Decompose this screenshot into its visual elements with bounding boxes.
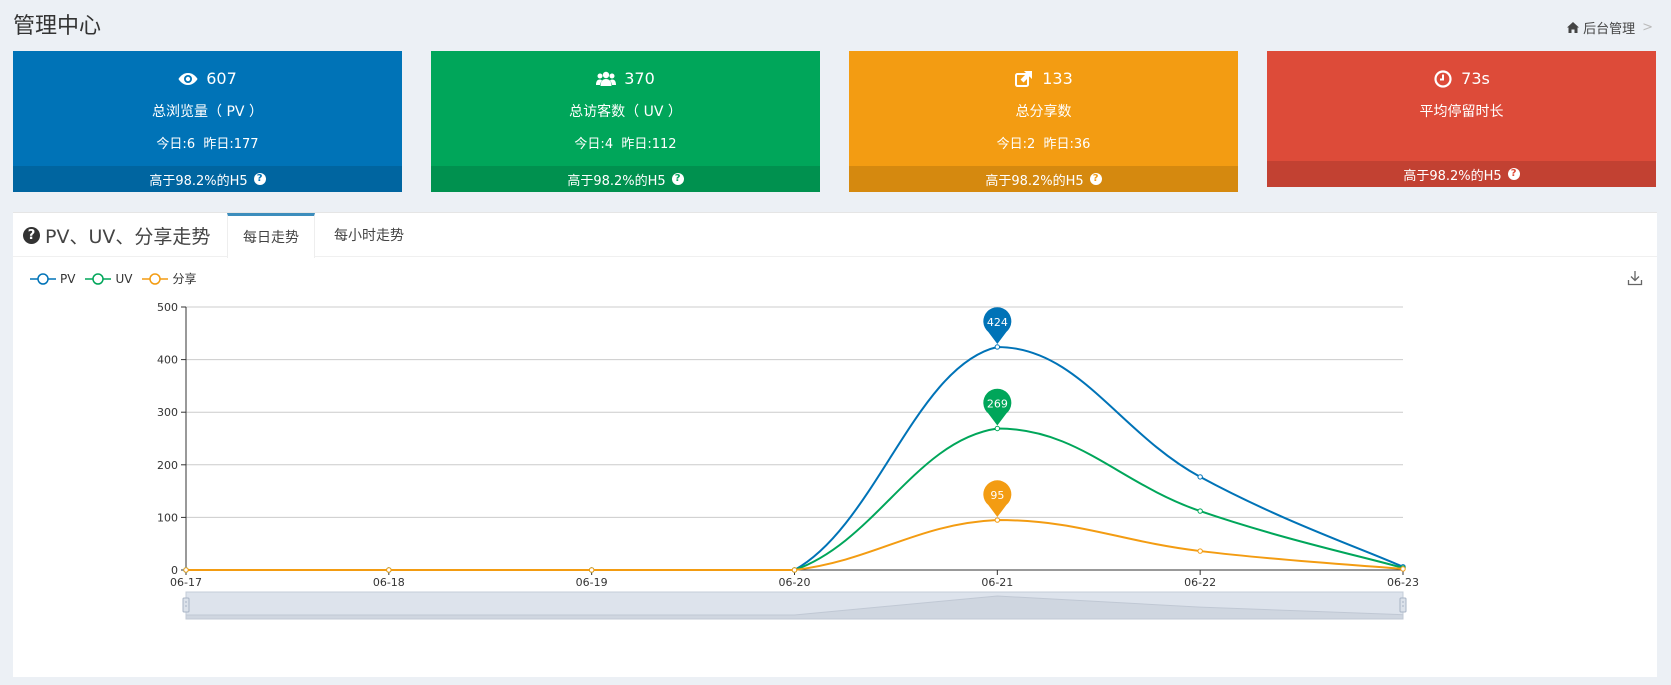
home-icon <box>1567 22 1580 33</box>
breadcrumb-item[interactable]: 后台管理 <box>1583 18 1635 37</box>
x-tick-label: 06-19 <box>576 576 608 589</box>
y-tick-label: 400 <box>157 354 178 367</box>
data-point <box>386 567 392 573</box>
stat-footer: 高于98.2%的H5 ? <box>1267 161 1656 187</box>
line-chart: 010020030040050006-17 06-18 06-19 06-20 06-2… <box>157 301 1419 620</box>
max-marker-label: 269 <box>987 398 1008 411</box>
users-icon <box>596 71 617 86</box>
data-point <box>994 517 1001 523</box>
stat-value: 370 <box>624 69 655 88</box>
stat-footer: 高于98.2%的H5 ? <box>431 166 820 192</box>
stat-value: 133 <box>1042 69 1073 88</box>
y-tick-label: 200 <box>157 459 178 472</box>
stat-value: 73s <box>1461 69 1490 88</box>
clock-icon <box>1434 69 1452 88</box>
stat-label: 总分享数 <box>1015 104 1072 120</box>
max-marker-label: 424 <box>987 316 1008 329</box>
data-point <box>183 567 189 573</box>
data-point <box>1400 566 1406 572</box>
series-line <box>186 519 1404 571</box>
question-icon[interactable]: ? <box>253 173 266 185</box>
data-zoom-handle[interactable] <box>1399 597 1407 613</box>
x-tick-label: 06-17 <box>170 576 202 589</box>
breadcrumb[interactable]: 后台管理 > <box>1567 18 1653 37</box>
y-tick-label: 300 <box>157 406 178 419</box>
stat-value: 607 <box>206 69 237 88</box>
stat-sub: 今日:2 昨日:36 <box>996 137 1091 152</box>
question-icon[interactable]: ? <box>1507 168 1520 180</box>
x-tick-label: 06-23 <box>1387 576 1419 589</box>
data-point <box>588 567 595 573</box>
max-marker-label: 95 <box>990 489 1004 502</box>
stat-box-uv: 370 总访客数（ UV ） 今日:4 昨日:112 高于98.2%的H5 ? <box>431 51 820 192</box>
stat-sub: 今日:4 昨日:112 <box>574 137 677 152</box>
page-title: 管理中心 <box>13 14 102 39</box>
stat-footer: 高于98.2%的H5 ? <box>13 166 402 192</box>
stat-sub: 今日:6 昨日:177 <box>156 137 259 152</box>
x-tick-label: 06-20 <box>779 576 811 589</box>
data-point <box>791 567 798 573</box>
stat-footer: 高于98.2%的H5 ? <box>849 166 1238 192</box>
data-point <box>1197 548 1203 554</box>
stat-box-share: 133 总分享数 今日:2 昨日:36 高于98.2%的H5 ? <box>849 51 1238 192</box>
data-point <box>994 344 1001 350</box>
stat-box-duration: 73s 平均停留时长 高于98.2%的H5 ? <box>1267 51 1656 187</box>
eye-icon <box>178 72 198 85</box>
question-icon[interactable]: ? <box>671 173 684 185</box>
page-header: 管理中心 后台管理 > <box>0 0 1671 48</box>
data-point <box>994 425 1001 432</box>
y-tick-label: 100 <box>157 511 178 524</box>
stat-box-pv: 607 总浏览量（ PV ） 今日:6 昨日:177 高于98.2%的H5 ? <box>13 51 402 192</box>
series-line <box>186 427 1404 571</box>
data-zoom-handle[interactable] <box>182 597 190 613</box>
stat-label: 总访客数（ UV ） <box>569 104 682 120</box>
stat-label: 平均停留时长 <box>1419 104 1504 120</box>
x-tick-label: 06-18 <box>373 576 405 589</box>
share-icon <box>1015 70 1033 87</box>
x-tick-label: 06-22 <box>1184 576 1216 589</box>
breadcrumb-separator-icon: > <box>1642 20 1653 35</box>
y-tick-label: 500 <box>157 301 178 314</box>
data-point <box>1197 508 1203 514</box>
series-line <box>186 345 1404 571</box>
data-point <box>1197 474 1203 480</box>
chart-panel: ? PV、UV、分享走势 每日走势 每小时走势 PV UV 分享 0 100 200… <box>13 212 1657 677</box>
question-icon[interactable]: ? <box>1089 173 1102 185</box>
stat-label: 总浏览量（ PV ） <box>152 104 263 120</box>
x-tick-label: 06-21 <box>981 576 1013 589</box>
